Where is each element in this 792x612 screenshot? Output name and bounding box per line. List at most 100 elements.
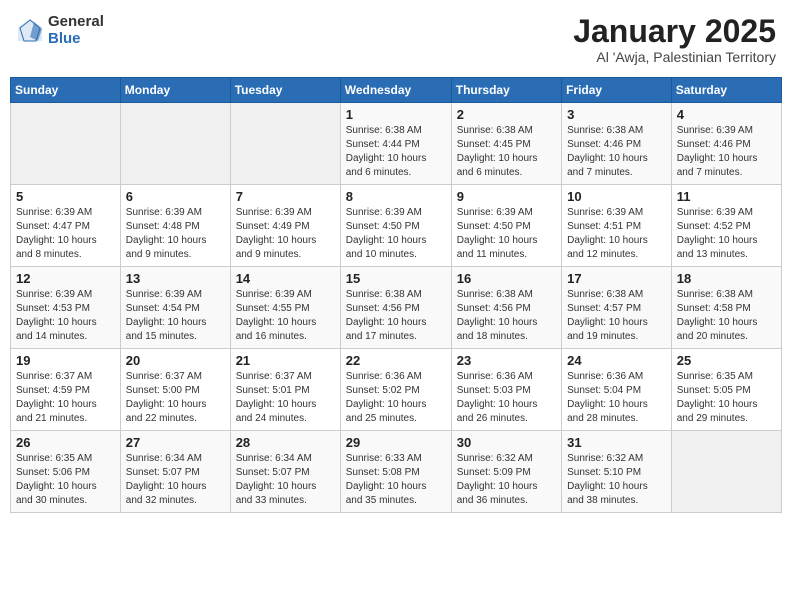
day-number: 6 [126, 189, 225, 204]
weekday-header-row: SundayMondayTuesdayWednesdayThursdayFrid… [11, 78, 782, 103]
page-header: General Blue January 2025 Al 'Awja, Pale… [10, 10, 782, 69]
day-info: Sunrise: 6:39 AM Sunset: 4:47 PM Dayligh… [16, 206, 115, 262]
day-number: 2 [457, 107, 556, 122]
calendar-cell: 15 Sunrise: 6:38 AM Sunset: 4:56 PM Dayli… [340, 267, 451, 349]
day-number: 30 [457, 435, 556, 450]
calendar-cell: 18 Sunrise: 6:38 AM Sunset: 4:58 PM Dayli… [671, 267, 781, 349]
day-number: 1 [346, 107, 446, 122]
day-number: 27 [126, 435, 225, 450]
calendar-cell: 13 Sunrise: 6:39 AM Sunset: 4:54 PM Dayli… [120, 267, 230, 349]
calendar-cell: 2 Sunrise: 6:38 AM Sunset: 4:45 PM Daylig… [451, 103, 561, 185]
weekday-header-saturday: Saturday [671, 78, 781, 103]
calendar-cell: 14Sunrise: 6:39 AM Sunset: 4:55 PM Dayli… [230, 267, 340, 349]
weekday-header-tuesday: Tuesday [230, 78, 340, 103]
calendar-cell: 16 Sunrise: 6:38 AM Sunset: 4:56 PM Dayli… [451, 267, 561, 349]
day-info: Sunrise: 6:39 AM Sunset: 4:52 PM Dayligh… [677, 206, 776, 262]
day-info: Sunrise: 6:33 AM Sunset: 5:08 PM Dayligh… [346, 452, 446, 508]
day-number: 3 [567, 107, 666, 122]
logo-blue-text: Blue [48, 31, 104, 48]
day-info: Sunrise: 6:32 AM Sunset: 5:09 PM Dayligh… [457, 452, 556, 508]
day-info: Sunrise: 6:39 AM Sunset: 4:54 PM Dayligh… [126, 288, 225, 344]
month-title: January 2025 [573, 14, 776, 49]
day-info: Sunrise: 6:39 AM Sunset: 4:50 PM Dayligh… [346, 206, 446, 262]
logo: General Blue [16, 14, 104, 47]
day-number: 23 [457, 353, 556, 368]
calendar-week-row: 12Sunrise: 6:39 AM Sunset: 4:53 PM Dayli… [11, 267, 782, 349]
calendar-cell: 4Sunrise: 6:39 AM Sunset: 4:46 PM Daylig… [671, 103, 781, 185]
day-number: 24 [567, 353, 666, 368]
calendar-cell [230, 103, 340, 185]
day-number: 18 [677, 271, 776, 286]
day-number: 25 [677, 353, 776, 368]
day-number: 20 [126, 353, 225, 368]
calendar-week-row: 1 Sunrise: 6:38 AM Sunset: 4:44 PM Daylig… [11, 103, 782, 185]
calendar-cell: 27 Sunrise: 6:34 AM Sunset: 5:07 PM Dayli… [120, 431, 230, 513]
calendar-week-row: 5Sunrise: 6:39 AM Sunset: 4:47 PM Daylig… [11, 185, 782, 267]
day-info: Sunrise: 6:39 AM Sunset: 4:55 PM Dayligh… [236, 288, 335, 344]
day-info: Sunrise: 6:35 AM Sunset: 5:06 PM Dayligh… [16, 452, 115, 508]
calendar-cell [671, 431, 781, 513]
day-info: Sunrise: 6:36 AM Sunset: 5:04 PM Dayligh… [567, 370, 666, 426]
day-info: Sunrise: 6:34 AM Sunset: 5:07 PM Dayligh… [126, 452, 225, 508]
day-info: Sunrise: 6:35 AM Sunset: 5:05 PM Dayligh… [677, 370, 776, 426]
day-info: Sunrise: 6:39 AM Sunset: 4:49 PM Dayligh… [236, 206, 335, 262]
title-area: January 2025 Al 'Awja, Palestinian Terri… [573, 14, 776, 65]
weekday-header-wednesday: Wednesday [340, 78, 451, 103]
day-info: Sunrise: 6:38 AM Sunset: 4:56 PM Dayligh… [457, 288, 556, 344]
calendar-cell: 1 Sunrise: 6:38 AM Sunset: 4:44 PM Daylig… [340, 103, 451, 185]
weekday-header-thursday: Thursday [451, 78, 561, 103]
calendar-cell: 20 Sunrise: 6:37 AM Sunset: 5:00 PM Dayli… [120, 349, 230, 431]
day-info: Sunrise: 6:36 AM Sunset: 5:03 PM Dayligh… [457, 370, 556, 426]
day-number: 22 [346, 353, 446, 368]
calendar-week-row: 19 Sunrise: 6:37 AM Sunset: 4:59 PM Dayli… [11, 349, 782, 431]
day-number: 29 [346, 435, 446, 450]
day-info: Sunrise: 6:38 AM Sunset: 4:46 PM Dayligh… [567, 124, 666, 180]
calendar-cell: 19 Sunrise: 6:37 AM Sunset: 4:59 PM Dayli… [11, 349, 121, 431]
calendar-week-row: 26Sunrise: 6:35 AM Sunset: 5:06 PM Dayli… [11, 431, 782, 513]
day-number: 31 [567, 435, 666, 450]
day-info: Sunrise: 6:37 AM Sunset: 5:00 PM Dayligh… [126, 370, 225, 426]
calendar-cell: 3 Sunrise: 6:38 AM Sunset: 4:46 PM Daylig… [562, 103, 672, 185]
day-info: Sunrise: 6:39 AM Sunset: 4:48 PM Dayligh… [126, 206, 225, 262]
calendar-cell: 28Sunrise: 6:34 AM Sunset: 5:07 PM Dayli… [230, 431, 340, 513]
day-number: 8 [346, 189, 446, 204]
day-info: Sunrise: 6:39 AM Sunset: 4:51 PM Dayligh… [567, 206, 666, 262]
calendar-table: SundayMondayTuesdayWednesdayThursdayFrid… [10, 77, 782, 513]
day-info: Sunrise: 6:38 AM Sunset: 4:44 PM Dayligh… [346, 124, 446, 180]
day-info: Sunrise: 6:32 AM Sunset: 5:10 PM Dayligh… [567, 452, 666, 508]
day-number: 17 [567, 271, 666, 286]
calendar-cell [120, 103, 230, 185]
day-number: 4 [677, 107, 776, 122]
calendar-cell: 17Sunrise: 6:38 AM Sunset: 4:57 PM Dayli… [562, 267, 672, 349]
logo-text: General Blue [48, 14, 104, 47]
day-info: Sunrise: 6:38 AM Sunset: 4:58 PM Dayligh… [677, 288, 776, 344]
day-number: 16 [457, 271, 556, 286]
calendar-cell: 8 Sunrise: 6:39 AM Sunset: 4:50 PM Daylig… [340, 185, 451, 267]
weekday-header-monday: Monday [120, 78, 230, 103]
day-number: 21 [236, 353, 335, 368]
calendar-cell: 11 Sunrise: 6:39 AM Sunset: 4:52 PM Dayli… [671, 185, 781, 267]
day-info: Sunrise: 6:37 AM Sunset: 4:59 PM Dayligh… [16, 370, 115, 426]
day-number: 19 [16, 353, 115, 368]
calendar-cell: 26Sunrise: 6:35 AM Sunset: 5:06 PM Dayli… [11, 431, 121, 513]
day-number: 15 [346, 271, 446, 286]
day-number: 10 [567, 189, 666, 204]
calendar-cell: 25 Sunrise: 6:35 AM Sunset: 5:05 PM Dayli… [671, 349, 781, 431]
calendar-cell: 10 Sunrise: 6:39 AM Sunset: 4:51 PM Dayli… [562, 185, 672, 267]
day-number: 11 [677, 189, 776, 204]
calendar-cell: 22Sunrise: 6:36 AM Sunset: 5:02 PM Dayli… [340, 349, 451, 431]
calendar-cell: 12Sunrise: 6:39 AM Sunset: 4:53 PM Dayli… [11, 267, 121, 349]
weekday-header-friday: Friday [562, 78, 672, 103]
calendar-cell: 5Sunrise: 6:39 AM Sunset: 4:47 PM Daylig… [11, 185, 121, 267]
day-info: Sunrise: 6:34 AM Sunset: 5:07 PM Dayligh… [236, 452, 335, 508]
day-number: 7 [236, 189, 335, 204]
logo-icon [16, 17, 44, 45]
day-info: Sunrise: 6:38 AM Sunset: 4:56 PM Dayligh… [346, 288, 446, 344]
day-info: Sunrise: 6:39 AM Sunset: 4:53 PM Dayligh… [16, 288, 115, 344]
calendar-cell [11, 103, 121, 185]
logo-general-text: General [48, 14, 104, 31]
location-subtitle: Al 'Awja, Palestinian Territory [573, 49, 776, 65]
calendar-cell: 29 Sunrise: 6:33 AM Sunset: 5:08 PM Dayli… [340, 431, 451, 513]
day-number: 13 [126, 271, 225, 286]
day-info: Sunrise: 6:38 AM Sunset: 4:45 PM Dayligh… [457, 124, 556, 180]
